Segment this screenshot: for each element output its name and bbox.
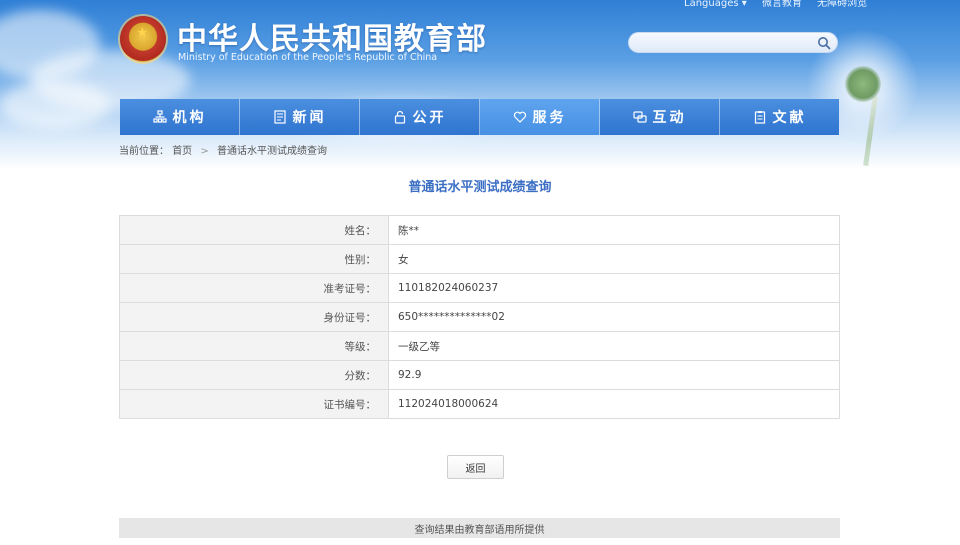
lock-icon [394, 110, 405, 124]
site-subtitle: Ministry of Education of the People's Re… [178, 52, 438, 63]
field-label: 姓名： [119, 215, 389, 245]
field-value: 112024018000624 [388, 389, 840, 419]
document-icon [754, 111, 765, 124]
news-icon [273, 110, 286, 124]
back-button[interactable]: 返回 [447, 455, 504, 479]
dandelion-core [845, 66, 881, 102]
field-label: 身份证号： [119, 302, 389, 332]
field-value: 陈** [388, 215, 840, 245]
field-label: 等级： [119, 331, 389, 361]
field-value: 92.9 [388, 360, 840, 390]
nav-item-literature[interactable]: 文献 [720, 99, 839, 135]
field-value: 110182024060237 [388, 273, 840, 303]
top-links: Languages ▾ 微言教育 无障碍浏览 [684, 0, 879, 9]
org-chart-icon [152, 110, 167, 123]
breadcrumb-prefix: 当前位置： [119, 146, 169, 157]
main-nav: 机构 新闻 公开 服务 互动 文献 [120, 99, 839, 135]
nav-label: 新闻 [292, 110, 327, 126]
search-input[interactable] [639, 35, 813, 52]
chat-icon [632, 111, 647, 123]
breadcrumb-separator: > [200, 146, 209, 157]
emblem-star-icon: ★ [136, 25, 149, 41]
table-row: 准考证号： 110182024060237 [119, 273, 840, 303]
field-value: 一级乙等 [388, 331, 840, 361]
table-row: 证书编号： 112024018000624 [119, 389, 840, 419]
field-label: 分数： [119, 360, 389, 390]
nav-label: 互动 [652, 110, 687, 126]
nav-item-org[interactable]: 机构 [120, 99, 240, 135]
field-label: 性别： [119, 244, 389, 274]
field-label: 准考证号： [119, 273, 389, 303]
footer-note: 查询结果由教育部语用所提供 [119, 518, 840, 538]
nav-item-public[interactable]: 公开 [360, 99, 480, 135]
nav-item-interact[interactable]: 互动 [600, 99, 720, 135]
breadcrumb: 当前位置： 首页 > 普通话水平测试成绩查询 [119, 142, 327, 157]
languages-link[interactable]: Languages ▾ [684, 0, 747, 9]
nav-label: 公开 [412, 110, 447, 126]
accessibility-link[interactable]: 无障碍浏览 [817, 0, 867, 9]
breadcrumb-current[interactable]: 普通话水平测试成绩查询 [217, 146, 327, 157]
table-row: 分数： 92.9 [119, 360, 840, 390]
field-label: 证书编号： [119, 389, 389, 419]
nav-item-service[interactable]: 服务 [480, 99, 600, 135]
cloud-decoration [0, 80, 110, 130]
table-row: 身份证号： 650**************02 [119, 302, 840, 332]
search-icon[interactable] [817, 36, 831, 50]
result-table: 姓名： 陈** 性别： 女 准考证号： 110182024060237 身份证号… [119, 215, 840, 419]
nav-label: 服务 [532, 110, 567, 126]
breadcrumb-home-link[interactable]: 首页 [172, 146, 192, 157]
heart-icon [513, 111, 526, 123]
nav-label: 机构 [172, 110, 207, 126]
weiyan-link[interactable]: 微言教育 [762, 0, 802, 9]
nav-item-news[interactable]: 新闻 [240, 99, 360, 135]
nav-label: 文献 [772, 110, 807, 126]
page-title: 普通话水平测试成绩查询 [408, 180, 552, 195]
field-value: 女 [388, 244, 840, 274]
footer-text: 查询结果由教育部语用所提供 [414, 524, 545, 536]
field-value: 650**************02 [388, 302, 840, 332]
search-box [628, 32, 838, 53]
table-row: 性别： 女 [119, 244, 840, 274]
table-row: 姓名： 陈** [119, 215, 840, 245]
table-row: 等级： 一级乙等 [119, 331, 840, 361]
